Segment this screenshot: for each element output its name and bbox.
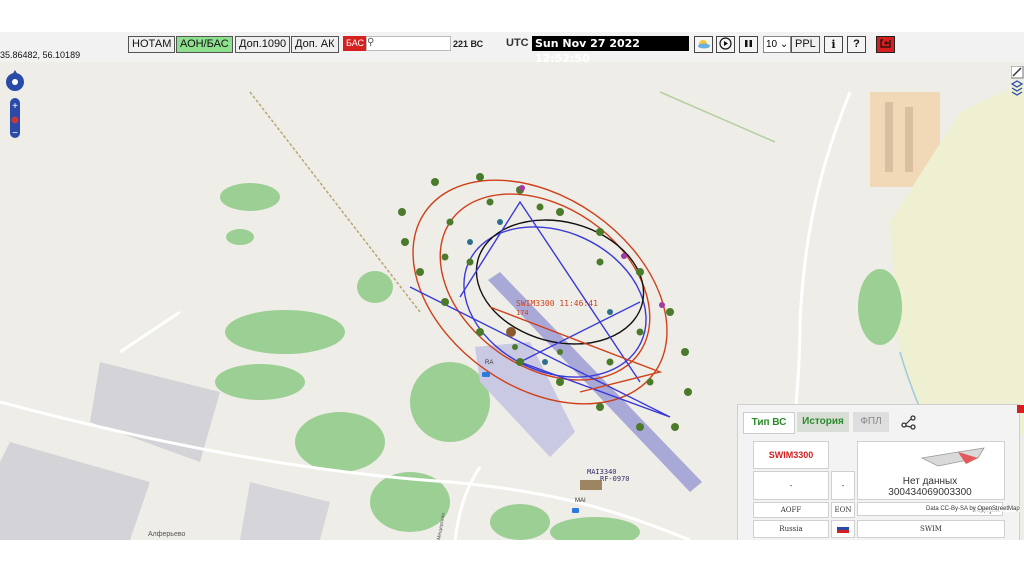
value-cell-1: -: [753, 471, 829, 500]
village-label: Алферьево: [148, 531, 185, 538]
notam-button[interactable]: НОТАМ: [128, 36, 176, 53]
weather-button[interactable]: [694, 36, 713, 53]
zoom-control[interactable]: + −: [6, 68, 28, 140]
tab-history[interactable]: История: [797, 412, 849, 432]
play-icon: [719, 37, 732, 50]
zoom-in-icon[interactable]: +: [12, 101, 18, 112]
tab-aircraft-type[interactable]: Тип ВС: [743, 412, 795, 434]
play-button[interactable]: [716, 36, 735, 53]
zoom-handle[interactable]: [11, 116, 19, 124]
track-callsign-label[interactable]: SWIM3300 11:46:41: [516, 299, 598, 308]
speed-value: 10: [766, 39, 778, 50]
value-cell-2: -: [831, 471, 855, 500]
ground-vehicle-label: RA: [485, 360, 493, 366]
building: [885, 102, 893, 172]
search-input[interactable]: [366, 36, 451, 51]
help-button[interactable]: ?: [847, 36, 866, 53]
info-button[interactable]: i: [824, 36, 843, 53]
share-icon[interactable]: [900, 414, 918, 430]
building: [905, 107, 913, 172]
tab-fpl[interactable]: ФПЛ: [853, 412, 889, 432]
pan-control-icon[interactable]: [6, 70, 24, 91]
country-cell: Russia: [753, 520, 829, 538]
layers-icon[interactable]: [1011, 80, 1024, 96]
logout-icon: [880, 39, 891, 48]
source-cell: SWIM: [857, 520, 1005, 538]
eon-cell: EON: [831, 502, 855, 518]
drone-image: [920, 447, 985, 467]
flag-cell: [831, 520, 855, 538]
exit-button[interactable]: [876, 36, 895, 53]
chevron-down-icon: ⌄: [779, 39, 789, 50]
close-icon[interactable]: [1017, 405, 1024, 413]
aircraft-count: 221 ВС: [453, 39, 484, 49]
weather-icon: [698, 40, 710, 49]
utc-label: UTC: [506, 37, 529, 49]
registration-number: 300434069003300: [888, 487, 972, 498]
bas-filter-badge[interactable]: БАС: [343, 36, 368, 51]
aircraft-cluster[interactable]: [580, 480, 602, 490]
map-attribution[interactable]: Data CC-By-SA by OpenStreetMap: [926, 506, 1020, 512]
utc-clock: Sun Nov 27 2022 12:52:50: [532, 36, 689, 65]
top-toolbar: НОТАМ АОН/БАС Доп.1090 Доп. АК БАС ⚲ 221…: [0, 32, 1024, 65]
aircraft-label-2[interactable]: RF-0970: [600, 475, 630, 483]
pause-button[interactable]: [739, 36, 758, 53]
pause-icon: [745, 40, 752, 47]
aircraft-info-table: SWIM3300 Нет данных 300434069003300 - - …: [753, 441, 1007, 539]
callsign-cell: SWIM3300: [753, 441, 829, 469]
layer-tools[interactable]: [1011, 66, 1024, 102]
dop-ak-button[interactable]: Доп. АК: [291, 36, 339, 53]
aircraft-icon[interactable]: [506, 327, 516, 337]
aoff-cell: AOFF: [753, 502, 829, 518]
track-altitude-label: 174: [516, 309, 529, 317]
search-icon: ⚲: [367, 37, 375, 48]
no-data-label: Нет данных: [902, 476, 958, 487]
cursor-coordinates: 35.86482, 56.10189: [0, 50, 81, 60]
ground-vehicle-label-2: MAI: [575, 498, 586, 504]
speed-select[interactable]: 10 ⌄: [763, 36, 791, 53]
dop1090-button[interactable]: Доп.1090: [235, 36, 291, 53]
aon-bas-button[interactable]: АОН/БАС: [176, 36, 233, 53]
ppl-button[interactable]: PPL: [791, 36, 820, 53]
aircraft-info-panel: Тип ВС История ФПЛ SWIM3300 Нет данных 3…: [737, 404, 1024, 540]
zoom-out-icon[interactable]: −: [12, 128, 18, 139]
russia-flag-icon: [836, 523, 850, 533]
app-frame: НОТАМ АОН/БАС Доп.1090 Доп. АК БАС ⚲ 221…: [0, 32, 1024, 540]
